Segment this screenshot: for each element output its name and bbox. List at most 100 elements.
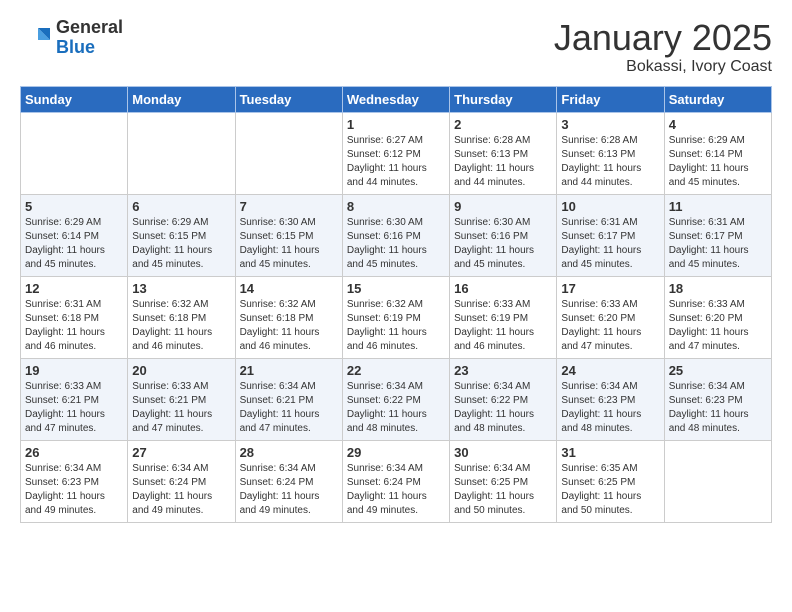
calendar-cell: 18Sunrise: 6:33 AM Sunset: 6:20 PM Dayli… xyxy=(664,276,771,358)
day-info: Sunrise: 6:30 AM Sunset: 6:16 PM Dayligh… xyxy=(454,216,552,272)
calendar-cell: 4 Sunrise: 6:29 AM Sunset: 6:14 PM Daylig… xyxy=(664,112,771,194)
header: General Blue January 2025 Bokassi, Ivory… xyxy=(20,18,772,76)
day-number: 30 xyxy=(454,445,552,460)
calendar-week-row: 19 Sunrise: 6:33 AM Sunset: 6:21 PM Dayli… xyxy=(21,358,772,440)
day-number: 21 xyxy=(240,363,338,378)
day-info: Sunrise: 6:34 AM Sunset: 6:23 PM Dayligh… xyxy=(669,380,767,436)
calendar-cell: 26 Sunrise: 6:34 AM Sunset: 6:23 PM Dayli… xyxy=(21,440,128,522)
day-info: Sunrise: 6:32 AM Sunset: 6:19 PM Dayligh… xyxy=(347,298,445,354)
day-number: 25 xyxy=(669,363,767,378)
day-info: Sunrise: 6:34 AM Sunset: 6:22 PM Dayligh… xyxy=(454,380,552,436)
calendar-cell: 16 Sunrise: 6:33 AM Sunset: 6:19 PM Dayli… xyxy=(450,276,557,358)
calendar-cell: 25 Sunrise: 6:34 AM Sunset: 6:23 PM Dayli… xyxy=(664,358,771,440)
day-number: 15 xyxy=(347,281,445,296)
calendar-cell: 5 Sunrise: 6:29 AM Sunset: 6:14 PM Daylig… xyxy=(21,194,128,276)
calendar-cell: 3Sunrise: 6:28 AM Sunset: 6:13 PM Daylig… xyxy=(557,112,664,194)
logo-text: General Blue xyxy=(56,18,123,58)
calendar-header-row: SundayMondayTuesdayWednesdayThursdayFrid… xyxy=(21,86,772,112)
day-info: Sunrise: 6:32 AM Sunset: 6:18 PM Dayligh… xyxy=(132,298,230,354)
calendar-cell: 8 Sunrise: 6:30 AM Sunset: 6:16 PM Daylig… xyxy=(342,194,449,276)
day-of-week-header: Sunday xyxy=(21,86,128,112)
calendar-cell xyxy=(235,112,342,194)
day-number: 27 xyxy=(132,445,230,460)
logo-icon xyxy=(20,22,52,54)
day-number: 29 xyxy=(347,445,445,460)
day-info: Sunrise: 6:33 AM Sunset: 6:20 PM Dayligh… xyxy=(669,298,767,354)
page: General Blue January 2025 Bokassi, Ivory… xyxy=(0,0,792,612)
calendar: SundayMondayTuesdayWednesdayThursdayFrid… xyxy=(20,86,772,523)
day-number: 22 xyxy=(347,363,445,378)
day-info: Sunrise: 6:28 AM Sunset: 6:13 PM Dayligh… xyxy=(561,134,659,190)
calendar-cell: 14 Sunrise: 6:32 AM Sunset: 6:18 PM Dayli… xyxy=(235,276,342,358)
day-info: Sunrise: 6:34 AM Sunset: 6:24 PM Dayligh… xyxy=(240,462,338,518)
day-number: 14 xyxy=(240,281,338,296)
day-of-week-header: Saturday xyxy=(664,86,771,112)
day-number: 5 xyxy=(25,199,123,214)
day-info: Sunrise: 6:31 AM Sunset: 6:17 PM Dayligh… xyxy=(561,216,659,272)
calendar-cell: 21 Sunrise: 6:34 AM Sunset: 6:21 PM Dayli… xyxy=(235,358,342,440)
day-number: 9 xyxy=(454,199,552,214)
calendar-cell: 11Sunrise: 6:31 AM Sunset: 6:17 PM Dayli… xyxy=(664,194,771,276)
day-info: Sunrise: 6:35 AM Sunset: 6:25 PM Dayligh… xyxy=(561,462,659,518)
day-info: Sunrise: 6:34 AM Sunset: 6:22 PM Dayligh… xyxy=(347,380,445,436)
day-of-week-header: Wednesday xyxy=(342,86,449,112)
calendar-cell: 6Sunrise: 6:29 AM Sunset: 6:15 PM Daylig… xyxy=(128,194,235,276)
day-info: Sunrise: 6:34 AM Sunset: 6:24 PM Dayligh… xyxy=(347,462,445,518)
calendar-cell: 29 Sunrise: 6:34 AM Sunset: 6:24 PM Dayli… xyxy=(342,440,449,522)
day-number: 20 xyxy=(132,363,230,378)
day-number: 17 xyxy=(561,281,659,296)
calendar-cell: 2Sunrise: 6:28 AM Sunset: 6:13 PM Daylig… xyxy=(450,112,557,194)
calendar-cell: 30 Sunrise: 6:34 AM Sunset: 6:25 PM Dayli… xyxy=(450,440,557,522)
calendar-week-row: 26 Sunrise: 6:34 AM Sunset: 6:23 PM Dayli… xyxy=(21,440,772,522)
day-number: 11 xyxy=(669,199,767,214)
month-title: January 2025 xyxy=(554,18,772,58)
calendar-cell xyxy=(664,440,771,522)
day-info: Sunrise: 6:30 AM Sunset: 6:16 PM Dayligh… xyxy=(347,216,445,272)
day-number: 16 xyxy=(454,281,552,296)
day-of-week-header: Thursday xyxy=(450,86,557,112)
day-number: 31 xyxy=(561,445,659,460)
day-of-week-header: Monday xyxy=(128,86,235,112)
day-number: 4 xyxy=(669,117,767,132)
day-number: 12 xyxy=(25,281,123,296)
day-number: 24 xyxy=(561,363,659,378)
day-info: Sunrise: 6:32 AM Sunset: 6:18 PM Dayligh… xyxy=(240,298,338,354)
calendar-cell: 27 Sunrise: 6:34 AM Sunset: 6:24 PM Dayli… xyxy=(128,440,235,522)
logo-blue: Blue xyxy=(56,38,123,58)
logo: General Blue xyxy=(20,18,123,58)
day-info: Sunrise: 6:33 AM Sunset: 6:21 PM Dayligh… xyxy=(132,380,230,436)
calendar-week-row: 12Sunrise: 6:31 AM Sunset: 6:18 PM Dayli… xyxy=(21,276,772,358)
day-number: 19 xyxy=(25,363,123,378)
calendar-cell: 10 Sunrise: 6:31 AM Sunset: 6:17 PM Dayli… xyxy=(557,194,664,276)
day-number: 7 xyxy=(240,199,338,214)
day-info: Sunrise: 6:34 AM Sunset: 6:24 PM Dayligh… xyxy=(132,462,230,518)
calendar-cell: 19 Sunrise: 6:33 AM Sunset: 6:21 PM Dayli… xyxy=(21,358,128,440)
calendar-cell: 24Sunrise: 6:34 AM Sunset: 6:23 PM Dayli… xyxy=(557,358,664,440)
day-info: Sunrise: 6:34 AM Sunset: 6:23 PM Dayligh… xyxy=(25,462,123,518)
title-area: January 2025 Bokassi, Ivory Coast xyxy=(554,18,772,76)
calendar-cell: 20 Sunrise: 6:33 AM Sunset: 6:21 PM Dayli… xyxy=(128,358,235,440)
day-info: Sunrise: 6:33 AM Sunset: 6:19 PM Dayligh… xyxy=(454,298,552,354)
calendar-cell: 23Sunrise: 6:34 AM Sunset: 6:22 PM Dayli… xyxy=(450,358,557,440)
day-number: 10 xyxy=(561,199,659,214)
day-number: 6 xyxy=(132,199,230,214)
logo-general: General xyxy=(56,18,123,38)
day-info: Sunrise: 6:34 AM Sunset: 6:21 PM Dayligh… xyxy=(240,380,338,436)
location-title: Bokassi, Ivory Coast xyxy=(554,58,772,76)
day-info: Sunrise: 6:30 AM Sunset: 6:15 PM Dayligh… xyxy=(240,216,338,272)
day-number: 28 xyxy=(240,445,338,460)
calendar-cell: 31 Sunrise: 6:35 AM Sunset: 6:25 PM Dayli… xyxy=(557,440,664,522)
day-info: Sunrise: 6:29 AM Sunset: 6:14 PM Dayligh… xyxy=(25,216,123,272)
day-info: Sunrise: 6:34 AM Sunset: 6:25 PM Dayligh… xyxy=(454,462,552,518)
day-number: 26 xyxy=(25,445,123,460)
calendar-cell: 15 Sunrise: 6:32 AM Sunset: 6:19 PM Dayli… xyxy=(342,276,449,358)
day-info: Sunrise: 6:33 AM Sunset: 6:21 PM Dayligh… xyxy=(25,380,123,436)
calendar-week-row: 5 Sunrise: 6:29 AM Sunset: 6:14 PM Daylig… xyxy=(21,194,772,276)
calendar-cell: 22 Sunrise: 6:34 AM Sunset: 6:22 PM Dayli… xyxy=(342,358,449,440)
day-info: Sunrise: 6:28 AM Sunset: 6:13 PM Dayligh… xyxy=(454,134,552,190)
day-info: Sunrise: 6:33 AM Sunset: 6:20 PM Dayligh… xyxy=(561,298,659,354)
calendar-cell: 12Sunrise: 6:31 AM Sunset: 6:18 PM Dayli… xyxy=(21,276,128,358)
day-number: 8 xyxy=(347,199,445,214)
calendar-cell: 7 Sunrise: 6:30 AM Sunset: 6:15 PM Daylig… xyxy=(235,194,342,276)
day-info: Sunrise: 6:29 AM Sunset: 6:14 PM Dayligh… xyxy=(669,134,767,190)
